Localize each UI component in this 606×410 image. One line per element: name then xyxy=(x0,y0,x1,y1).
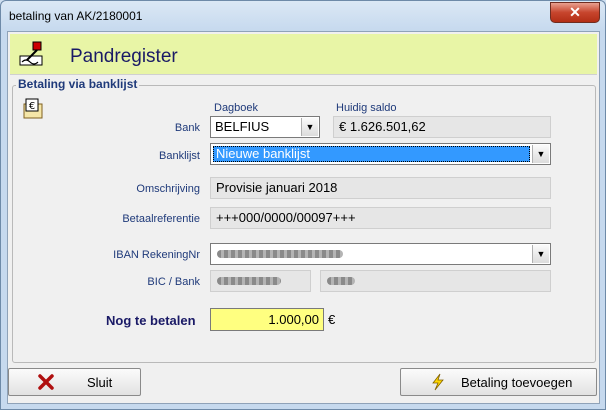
betaalreferentie-field[interactable]: +++000/0000/00097+++ xyxy=(210,207,551,229)
dialog-window: betaling van AK/2180001 ✕ Pandregister B… xyxy=(0,0,606,410)
amount-input[interactable]: 1.000,00 xyxy=(210,308,324,331)
bank-label: Bank xyxy=(174,122,200,134)
bic-field xyxy=(210,270,311,292)
column-huidig-saldo: Huidig saldo xyxy=(336,102,397,114)
banklijst-select[interactable]: Nieuwe banklijst ▼ xyxy=(210,143,551,165)
banklijst-label: Banklijst xyxy=(159,150,200,162)
redacted-bic xyxy=(217,277,281,285)
group-title: Betaling via banklijst xyxy=(16,77,140,91)
sluit-button[interactable]: Sluit xyxy=(8,368,141,396)
column-dagboek: Dagboek xyxy=(214,102,259,114)
betaling-toevoegen-button[interactable]: Betaling toevoegen xyxy=(400,368,597,396)
bank-name-field xyxy=(320,270,551,292)
euro-wallet-icon: € xyxy=(23,98,43,119)
redacted-iban xyxy=(217,250,343,258)
close-button[interactable]: ✕ xyxy=(550,2,600,23)
svg-text:€: € xyxy=(29,101,35,112)
currency-symbol: € xyxy=(328,312,336,327)
header-banner: Pandregister xyxy=(10,34,597,75)
omschrijving-label: Omschrijving xyxy=(136,183,200,195)
bank-select[interactable]: BELFIUS ▼ xyxy=(210,116,320,138)
betaling-toevoegen-label: Betaling toevoegen xyxy=(461,375,573,390)
iban-select[interactable]: ▼ xyxy=(210,243,551,265)
dialog-client: Pandregister Betaling via banklijst € Da… xyxy=(7,31,600,404)
chevron-down-icon[interactable]: ▼ xyxy=(301,118,318,136)
nog-te-betalen-label: Nog te betalen xyxy=(106,313,196,328)
chevron-down-icon[interactable]: ▼ xyxy=(532,145,549,163)
huidig-saldo-field: € 1.626.501,62 xyxy=(333,116,551,138)
redacted-bank-name xyxy=(327,277,355,285)
close-icon: ✕ xyxy=(569,4,581,20)
bank-value: BELFIUS xyxy=(215,119,270,134)
omschrijving-field[interactable]: Provisie januari 2018 xyxy=(210,177,551,199)
betaalreferentie-label: Betaalreferentie xyxy=(122,213,200,225)
chevron-down-icon[interactable]: ▼ xyxy=(532,245,549,263)
page-title: Pandregister xyxy=(70,46,178,67)
banklijst-value: Nieuwe banklijst xyxy=(213,146,530,162)
title-bar[interactable]: betaling van AK/2180001 ✕ xyxy=(1,1,605,31)
red-x-icon xyxy=(38,374,54,390)
sluit-label: Sluit xyxy=(87,375,113,390)
iban-label: IBAN RekeningNr xyxy=(113,249,200,261)
window-title: betaling van AK/2180001 xyxy=(9,9,143,23)
pen-writing-icon xyxy=(19,41,43,66)
lightning-icon xyxy=(432,373,444,391)
bic-label: BIC / Bank xyxy=(147,276,200,288)
